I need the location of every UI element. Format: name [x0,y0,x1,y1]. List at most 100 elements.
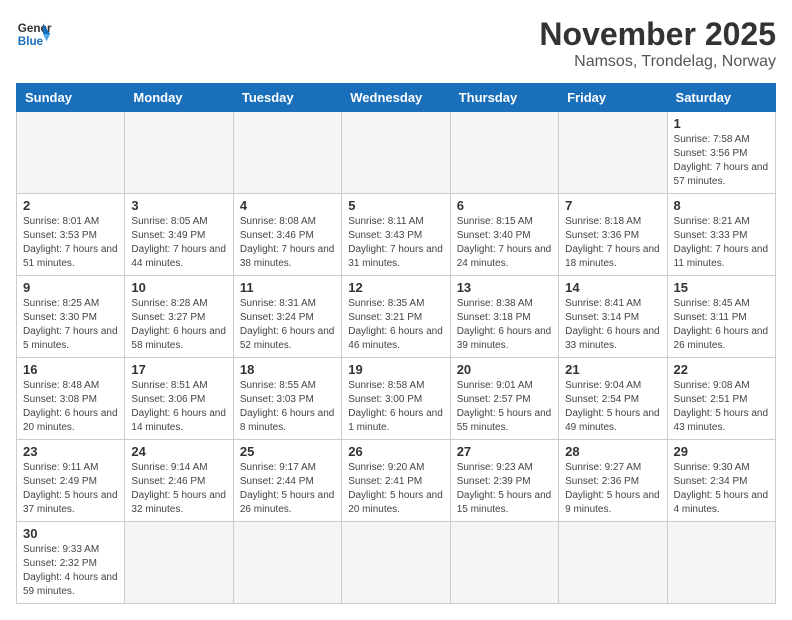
calendar-row: 30 Sunrise: 9:33 AMSunset: 2:32 PMDayligh… [17,522,776,604]
day-info: Sunrise: 9:20 AMSunset: 2:41 PMDaylight:… [348,461,443,517]
svg-text:Blue: Blue [18,35,44,48]
table-row: 2Sunrise: 8:01 AMSunset: 3:53 PMDaylight… [17,194,125,276]
day-info: Sunrise: 9:14 AMSunset: 2:46 PMDaylight:… [131,461,226,517]
table-row: 20 Sunrise: 9:01 AMSunset: 2:57 PMDayligh… [450,358,558,440]
day-info: Sunrise: 8:21 AMSunset: 3:33 PMDaylight:… [674,215,769,271]
header: General Blue November 2025 Namsos, Trond… [16,16,776,71]
day-number: 28 [565,444,660,459]
day-info: Sunrise: 9:04 AMSunset: 2:54 PMDaylight:… [565,379,660,435]
table-row: 22 Sunrise: 9:08 AMSunset: 2:51 PMDayligh… [667,358,775,440]
day-info: Sunrise: 8:01 AMSunset: 3:53 PMDaylight:… [23,215,118,271]
day-info: Sunrise: 9:33 AMSunset: 2:32 PMDaylight:… [23,543,118,599]
day-info: Sunrise: 8:05 AMSunset: 3:49 PMDaylight:… [131,215,226,271]
day-number: 12 [348,280,443,295]
day-number: 25 [240,444,335,459]
day-info: Sunrise: 8:35 AMSunset: 3:21 PMDaylight:… [348,297,443,353]
calendar-row: 2Sunrise: 8:01 AMSunset: 3:53 PMDaylight… [17,194,776,276]
table-row: 10 Sunrise: 8:28 AMSunset: 3:27 PMDayligh… [125,276,233,358]
day-number: 20 [457,362,552,377]
day-number: 15 [674,280,769,295]
table-row [233,522,341,604]
table-row [559,112,667,194]
table-row [559,522,667,604]
day-number: 10 [131,280,226,295]
day-number: 22 [674,362,769,377]
table-row: 29Sunrise: 9:30 AMSunset: 2:34 PMDayligh… [667,440,775,522]
table-row: 8 Sunrise: 8:21 AMSunset: 3:33 PMDaylight… [667,194,775,276]
day-info: Sunrise: 8:28 AMSunset: 3:27 PMDaylight:… [131,297,226,353]
day-number: 29 [674,444,769,459]
day-info: Sunrise: 8:25 AMSunset: 3:30 PMDaylight:… [23,297,118,353]
day-number: 1 [674,116,769,131]
header-monday: Monday [125,84,233,112]
weekday-header-row: Sunday Monday Tuesday Wednesday Thursday… [17,84,776,112]
table-row: 13 Sunrise: 8:38 AMSunset: 3:18 PMDayligh… [450,276,558,358]
title-section: November 2025 Namsos, Trondelag, Norway [539,16,776,71]
day-number: 9 [23,280,118,295]
day-number: 17 [131,362,226,377]
day-number: 27 [457,444,552,459]
day-info: Sunrise: 8:55 AMSunset: 3:03 PMDaylight:… [240,379,335,435]
table-row [450,112,558,194]
table-row: 12 Sunrise: 8:35 AMSunset: 3:21 PMDayligh… [342,276,450,358]
day-info: Sunrise: 8:58 AMSunset: 3:00 PMDaylight:… [348,379,443,435]
table-row: 5 Sunrise: 8:11 AMSunset: 3:43 PMDaylight… [342,194,450,276]
table-row [667,522,775,604]
header-thursday: Thursday [450,84,558,112]
logo: General Blue [16,16,52,52]
header-tuesday: Tuesday [233,84,341,112]
table-row [342,112,450,194]
table-row: 3 Sunrise: 8:05 AMSunset: 3:49 PMDaylight… [125,194,233,276]
calendar-row: 1Sunrise: 7:58 AMSunset: 3:56 PMDaylight… [17,112,776,194]
table-row: 16 Sunrise: 8:48 AMSunset: 3:08 PMDayligh… [17,358,125,440]
table-row: 4Sunrise: 8:08 AMSunset: 3:46 PMDaylight… [233,194,341,276]
table-row: 26Sunrise: 9:20 AMSunset: 2:41 PMDayligh… [342,440,450,522]
table-row: 21Sunrise: 9:04 AMSunset: 2:54 PMDayligh… [559,358,667,440]
table-row: 11Sunrise: 8:31 AMSunset: 3:24 PMDayligh… [233,276,341,358]
day-number: 5 [348,198,443,213]
header-friday: Friday [559,84,667,112]
table-row: 30 Sunrise: 9:33 AMSunset: 2:32 PMDayligh… [17,522,125,604]
day-info: Sunrise: 8:15 AMSunset: 3:40 PMDaylight:… [457,215,552,271]
table-row: 24 Sunrise: 9:14 AMSunset: 2:46 PMDayligh… [125,440,233,522]
table-row [233,112,341,194]
day-info: Sunrise: 8:11 AMSunset: 3:43 PMDaylight:… [348,215,443,271]
header-wednesday: Wednesday [342,84,450,112]
table-row: 27 Sunrise: 9:23 AMSunset: 2:39 PMDayligh… [450,440,558,522]
day-number: 24 [131,444,226,459]
day-info: Sunrise: 8:08 AMSunset: 3:46 PMDaylight:… [240,215,335,271]
day-info: Sunrise: 9:08 AMSunset: 2:51 PMDaylight:… [674,379,769,435]
location-title: Namsos, Trondelag, Norway [539,53,776,71]
day-info: Sunrise: 9:11 AMSunset: 2:49 PMDaylight:… [23,461,118,517]
table-row: 23Sunrise: 9:11 AMSunset: 2:49 PMDayligh… [17,440,125,522]
day-info: Sunrise: 9:27 AMSunset: 2:36 PMDaylight:… [565,461,660,517]
day-info: Sunrise: 8:51 AMSunset: 3:06 PMDaylight:… [131,379,226,435]
table-row [450,522,558,604]
day-info: Sunrise: 8:38 AMSunset: 3:18 PMDaylight:… [457,297,552,353]
header-sunday: Sunday [17,84,125,112]
day-info: Sunrise: 9:17 AMSunset: 2:44 PMDaylight:… [240,461,335,517]
day-number: 13 [457,280,552,295]
table-row: 6Sunrise: 8:15 AMSunset: 3:40 PMDaylight… [450,194,558,276]
day-info: Sunrise: 8:48 AMSunset: 3:08 PMDaylight:… [23,379,118,435]
day-number: 19 [348,362,443,377]
calendar-row: 16 Sunrise: 8:48 AMSunset: 3:08 PMDayligh… [17,358,776,440]
day-info: Sunrise: 9:01 AMSunset: 2:57 PMDaylight:… [457,379,552,435]
table-row [342,522,450,604]
day-number: 8 [674,198,769,213]
day-number: 3 [131,198,226,213]
day-number: 30 [23,526,118,541]
day-info: Sunrise: 9:23 AMSunset: 2:39 PMDaylight:… [457,461,552,517]
table-row: 19 Sunrise: 8:58 AMSunset: 3:00 PMDayligh… [342,358,450,440]
table-row: 9 Sunrise: 8:25 AMSunset: 3:30 PMDaylight… [17,276,125,358]
calendar: Sunday Monday Tuesday Wednesday Thursday… [16,83,776,604]
day-number: 16 [23,362,118,377]
table-row: 14 Sunrise: 8:41 AMSunset: 3:14 PMDayligh… [559,276,667,358]
day-number: 11 [240,280,335,295]
day-info: Sunrise: 8:18 AMSunset: 3:36 PMDaylight:… [565,215,660,271]
table-row: 17 Sunrise: 8:51 AMSunset: 3:06 PMDayligh… [125,358,233,440]
table-row: 7Sunrise: 8:18 AMSunset: 3:36 PMDaylight… [559,194,667,276]
day-info: Sunrise: 8:41 AMSunset: 3:14 PMDaylight:… [565,297,660,353]
calendar-row: 9 Sunrise: 8:25 AMSunset: 3:30 PMDaylight… [17,276,776,358]
day-number: 14 [565,280,660,295]
